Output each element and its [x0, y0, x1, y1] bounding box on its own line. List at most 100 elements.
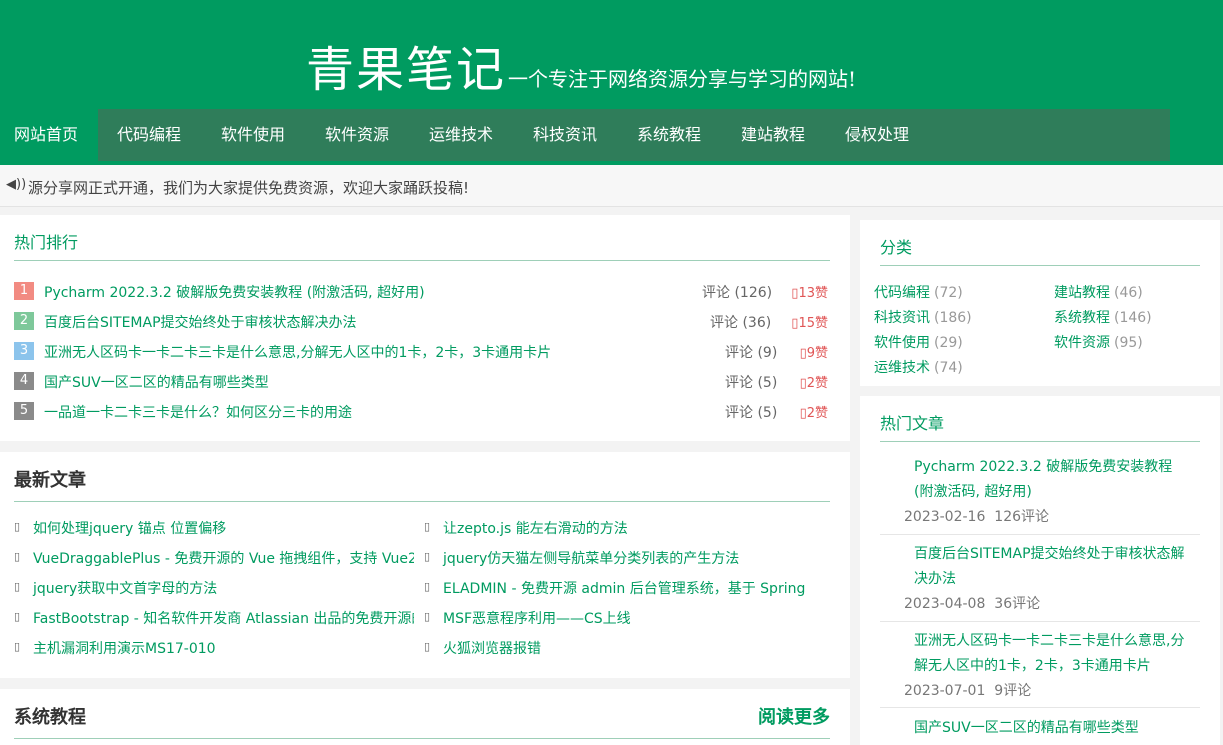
site-header: 青果笔记 一个专注于网络资源分享与学习的网站! 网站首页 代码编程 软件使用 软件…	[0, 0, 1223, 165]
rank-row[interactable]: 4 国产SUV一区二区的精品有哪些类型 评论 (5) ▯2赞	[14, 371, 830, 391]
list-item[interactable]: ▯ ELADMIN - 免费开源 admin 后台管理系统，基于 Spring	[424, 578, 824, 598]
system-title: 系统教程	[14, 707, 86, 728]
article-link[interactable]: jquery仿天猫左侧导航菜单分类列表的产生方法	[443, 548, 739, 568]
divider	[880, 441, 1200, 442]
site-logo[interactable]: 青果笔记 一个专注于网络资源分享与学习的网站!	[306, 30, 856, 100]
category-item[interactable]: 系统教程 (146)	[1054, 307, 1152, 327]
hot-article-title[interactable]: Pycharm 2022.3.2 破解版免费安装教程 (附激活码, 超好用)	[914, 455, 1190, 505]
list-item[interactable]: ▯ 火狐浏览器报错	[424, 638, 824, 658]
nav-item-tech-news[interactable]: 科技资讯	[533, 109, 597, 161]
rank-likes: ▯2赞	[799, 406, 828, 421]
article-link[interactable]: 火狐浏览器报错	[443, 638, 541, 658]
speaker-icon: ◀))	[6, 177, 27, 192]
hot-rank-panel: 热门排行 1 Pycharm 2022.3.2 破解版免费安装教程 (附激活码,…	[0, 215, 850, 441]
category-item[interactable]: 软件资源 (95)	[1054, 332, 1143, 352]
hot-article-meta: 2023-07-01 9评论	[904, 680, 1031, 700]
rank-comments: 评论 (36)	[710, 315, 772, 331]
categories-panel: 分类 代码编程 (72) 建站教程 (46) 科技资讯 (186) 系统教程 (146)…	[860, 220, 1220, 386]
rank-title[interactable]: 一品道一卡二卡三卡是什么？如何区分三卡的用途	[44, 402, 352, 422]
bullet-icon: ▯	[424, 640, 431, 653]
list-item[interactable]: ▯ MSF恶意程序利用——CS上线	[424, 608, 824, 628]
rank-likes-value: 9赞	[806, 346, 828, 361]
article-link[interactable]: 如何处理jquery 锚点 位置偏移	[33, 518, 226, 538]
bullet-icon: ▯	[424, 610, 431, 623]
rank-likes: ▯2赞	[799, 376, 828, 391]
nav-item-software-resources[interactable]: 软件资源	[325, 109, 389, 161]
hot-article-date: 2023-02-16	[904, 509, 986, 525]
rank-title[interactable]: 百度后台SITEMAP提交始终处于审核状态解决办法	[44, 312, 357, 332]
article-link[interactable]: MSF恶意程序利用——CS上线	[443, 608, 631, 628]
category-name[interactable]: 建站教程	[1054, 285, 1110, 301]
list-item[interactable]: ▯ 如何处理jquery 锚点 位置偏移	[14, 518, 414, 538]
bullet-icon: ▯	[14, 550, 21, 563]
divider	[14, 738, 830, 739]
list-item[interactable]: ▯ VueDraggablePlus - 免费开源的 Vue 拖拽组件，支持 Vu…	[14, 548, 414, 568]
nav-item-ops[interactable]: 运维技术	[429, 109, 493, 161]
article-link[interactable]: FastBootstrap - 知名软件开发商 Atlassian 出品的免费开…	[33, 608, 414, 628]
rank-row[interactable]: 5 一品道一卡二卡三卡是什么？如何区分三卡的用途 评论 (5) ▯2赞	[14, 401, 830, 421]
nav-item-software-usage[interactable]: 软件使用	[221, 109, 285, 161]
hot-articles-panel: 热门文章 Pycharm 2022.3.2 破解版免费安装教程 (附激活码, 超…	[860, 396, 1220, 745]
hot-article-comments: 9评论	[994, 683, 1032, 699]
rank-likes: ▯15赞	[791, 316, 828, 331]
nav-item-system-tutorials[interactable]: 系统教程	[637, 109, 701, 161]
main-nav: 网站首页 代码编程 软件使用 软件资源 运维技术 科技资讯 系统教程 建站教程 …	[0, 109, 1223, 161]
article-link[interactable]: 让zepto.js 能左右滑动的方法	[443, 518, 628, 538]
divider	[880, 707, 1200, 708]
category-item[interactable]: 科技资讯 (186)	[874, 307, 972, 327]
list-item[interactable]: ▯ jquery仿天猫左侧导航菜单分类列表的产生方法	[424, 548, 824, 568]
list-item[interactable]: ▯ 主机漏洞利用演示MS17-010	[14, 638, 414, 658]
hot-article-date: 2023-07-01	[904, 683, 986, 699]
category-name[interactable]: 代码编程	[874, 285, 930, 301]
nav-item-coding[interactable]: 代码编程	[117, 109, 181, 161]
category-name[interactable]: 系统教程	[1054, 310, 1110, 326]
article-link[interactable]: jquery获取中文首字母的方法	[33, 578, 217, 598]
category-name[interactable]: 运维技术	[874, 360, 930, 376]
divider	[880, 621, 1200, 622]
bullet-icon: ▯	[424, 520, 431, 533]
category-count: (29)	[934, 335, 963, 351]
system-tutorials-panel: 系统教程 阅读更多	[0, 689, 850, 745]
category-item[interactable]: 软件使用 (29)	[874, 332, 963, 352]
category-item[interactable]: 建站教程 (46)	[1054, 282, 1143, 302]
hot-article-title[interactable]: 国产SUV一区二区的精品有哪些类型	[914, 716, 1190, 741]
category-name[interactable]: 软件资源	[1054, 335, 1110, 351]
bullet-icon: ▯	[424, 550, 431, 563]
bullet-icon: ▯	[14, 610, 21, 623]
rank-row[interactable]: 1 Pycharm 2022.3.2 破解版免费安装教程 (附激活码, 超好用)…	[14, 281, 830, 301]
search-icon[interactable]	[1170, 109, 1223, 161]
category-name[interactable]: 科技资讯	[874, 310, 930, 326]
rank-likes: ▯9赞	[799, 346, 828, 361]
category-item[interactable]: 代码编程 (72)	[874, 282, 963, 302]
rank-comments: 评论 (9)	[725, 345, 778, 361]
notice-bar: ◀)) 源分享网正式开通，我们为大家提供免费资源，欢迎大家踊跃投稿!	[0, 165, 1223, 207]
rank-likes: ▯13赞	[791, 286, 828, 301]
nav-item-infringement[interactable]: 侵权处理	[845, 109, 909, 161]
rank-title[interactable]: 国产SUV一区二区的精品有哪些类型	[44, 372, 269, 392]
rank-number: 1	[14, 282, 34, 300]
rank-likes-value: 2赞	[806, 376, 828, 391]
hot-article-title[interactable]: 百度后台SITEMAP提交始终处于审核状态解决办法	[914, 542, 1190, 592]
list-item[interactable]: ▯ 让zepto.js 能左右滑动的方法	[424, 518, 824, 538]
read-more-link[interactable]: 阅读更多	[758, 703, 830, 729]
list-item[interactable]: ▯ FastBootstrap - 知名软件开发商 Atlassian 出品的免费…	[14, 608, 414, 628]
hot-article-title[interactable]: 亚洲无人区码卡一卡二卡三卡是什么意思,分解无人区中的1卡，2卡，3卡通用卡片	[914, 629, 1190, 679]
category-item[interactable]: 运维技术 (74)	[874, 357, 963, 377]
rank-title[interactable]: 亚洲无人区码卡一卡二卡三卡是什么意思,分解无人区中的1卡，2卡，3卡通用卡片	[44, 342, 551, 362]
article-link[interactable]: VueDraggablePlus - 免费开源的 Vue 拖拽组件，支持 Vue…	[33, 548, 414, 568]
rank-row[interactable]: 2 百度后台SITEMAP提交始终处于审核状态解决办法 评论 (36) ▯15赞	[14, 311, 830, 331]
category-name[interactable]: 软件使用	[874, 335, 930, 351]
hot-article-meta: 2023-04-08 36评论	[904, 593, 1040, 613]
list-item[interactable]: ▯ jquery获取中文首字母的方法	[14, 578, 414, 598]
article-link[interactable]: 主机漏洞利用演示MS17-010	[33, 638, 216, 658]
rank-row[interactable]: 3 亚洲无人区码卡一卡二卡三卡是什么意思,分解无人区中的1卡，2卡，3卡通用卡片…	[14, 341, 830, 361]
rank-number: 5	[14, 402, 34, 420]
nav-item-home[interactable]: 网站首页	[14, 109, 78, 161]
nav-item-site-tutorials[interactable]: 建站教程	[741, 109, 805, 161]
logo-tagline: 一个专注于网络资源分享与学习的网站!	[508, 67, 857, 91]
hot-article-comments: 126评论	[994, 509, 1050, 525]
bullet-icon: ▯	[424, 580, 431, 593]
rank-title[interactable]: Pycharm 2022.3.2 破解版免费安装教程 (附激活码, 超好用)	[44, 282, 425, 302]
latest-articles-panel: 最新文章 ▯ 如何处理jquery 锚点 位置偏移 ▯ VueDraggablePl…	[0, 452, 850, 678]
article-link[interactable]: ELADMIN - 免费开源 admin 后台管理系统，基于 Spring	[443, 578, 805, 598]
